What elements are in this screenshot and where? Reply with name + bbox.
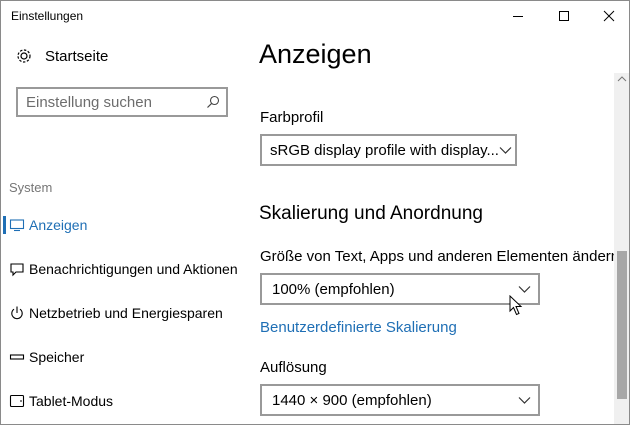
chevron-down-icon <box>518 397 531 404</box>
sidebar-item-benachrichtigungen[interactable]: Benachrichtigungen und Aktionen <box>1 256 246 282</box>
resolution-label: Auflösung <box>260 359 327 376</box>
maximize-button[interactable] <box>541 1 587 31</box>
search-icon <box>207 95 220 108</box>
gear-icon <box>17 49 31 63</box>
storage-icon <box>9 354 25 360</box>
settings-window: Einstellungen Startseite System <box>0 0 630 425</box>
sidebar-item-label: Tablet-Modus <box>29 393 114 409</box>
maximize-icon <box>559 11 569 21</box>
color-profile-dropdown[interactable]: sRGB display profile with display... <box>260 134 517 166</box>
home-link[interactable]: Startseite <box>15 45 108 67</box>
custom-scaling-link[interactable]: Benutzerdefinierte Skalierung <box>260 319 457 336</box>
page-title: Anzeigen <box>259 39 372 69</box>
section-label-system: System <box>9 180 53 195</box>
sidebar-item-tablet-modus[interactable]: Tablet-Modus <box>1 388 246 414</box>
title-bar: Einstellungen <box>1 1 629 31</box>
sidebar-item-label: Netzbetrieb und Energiesparen <box>29 305 223 321</box>
search-box[interactable] <box>16 87 228 117</box>
minimize-button[interactable] <box>495 1 541 31</box>
sidebar-item-netzbetrieb[interactable]: Netzbetrieb und Energiesparen <box>1 300 246 326</box>
notification-icon <box>10 263 24 277</box>
chevron-down-icon <box>499 147 512 154</box>
color-profile-value: sRGB display profile with display... <box>270 142 499 159</box>
sidebar-item-speicher[interactable]: Speicher <box>1 344 246 370</box>
chevron-down-icon <box>518 286 531 293</box>
power-icon <box>11 306 23 320</box>
size-dropdown[interactable]: 100% (empfohlen) <box>260 273 540 305</box>
scroll-up-icon[interactable] <box>617 75 627 83</box>
color-profile-label: Farbprofil <box>260 109 324 126</box>
minimize-icon <box>513 16 523 17</box>
mouse-cursor-icon <box>509 295 523 316</box>
sidebar-item-label: Anzeigen <box>29 217 88 233</box>
close-icon <box>603 10 615 22</box>
sidebar-item-label: Speicher <box>29 349 85 365</box>
resolution-value: 1440 × 900 (empfohlen) <box>272 392 432 409</box>
size-label: Größe von Text, Apps und anderen Element… <box>260 248 620 265</box>
tablet-icon <box>9 394 25 408</box>
scaling-heading: Skalierung und Anordnung <box>259 203 483 224</box>
size-value: 100% (empfohlen) <box>272 281 395 298</box>
selection-indicator <box>3 216 6 234</box>
sidebar-item-anzeigen[interactable]: Anzeigen <box>1 212 246 238</box>
close-button[interactable] <box>586 1 629 31</box>
sidebar-item-label: Benachrichtigungen und Aktionen <box>29 261 238 277</box>
search-input[interactable] <box>26 93 206 111</box>
scrollbar-thumb[interactable] <box>617 251 627 399</box>
home-label: Startseite <box>45 47 109 65</box>
monitor-icon <box>9 219 25 232</box>
window-title: Einstellungen <box>11 9 84 23</box>
resolution-dropdown[interactable]: 1440 × 900 (empfohlen) <box>260 384 540 416</box>
